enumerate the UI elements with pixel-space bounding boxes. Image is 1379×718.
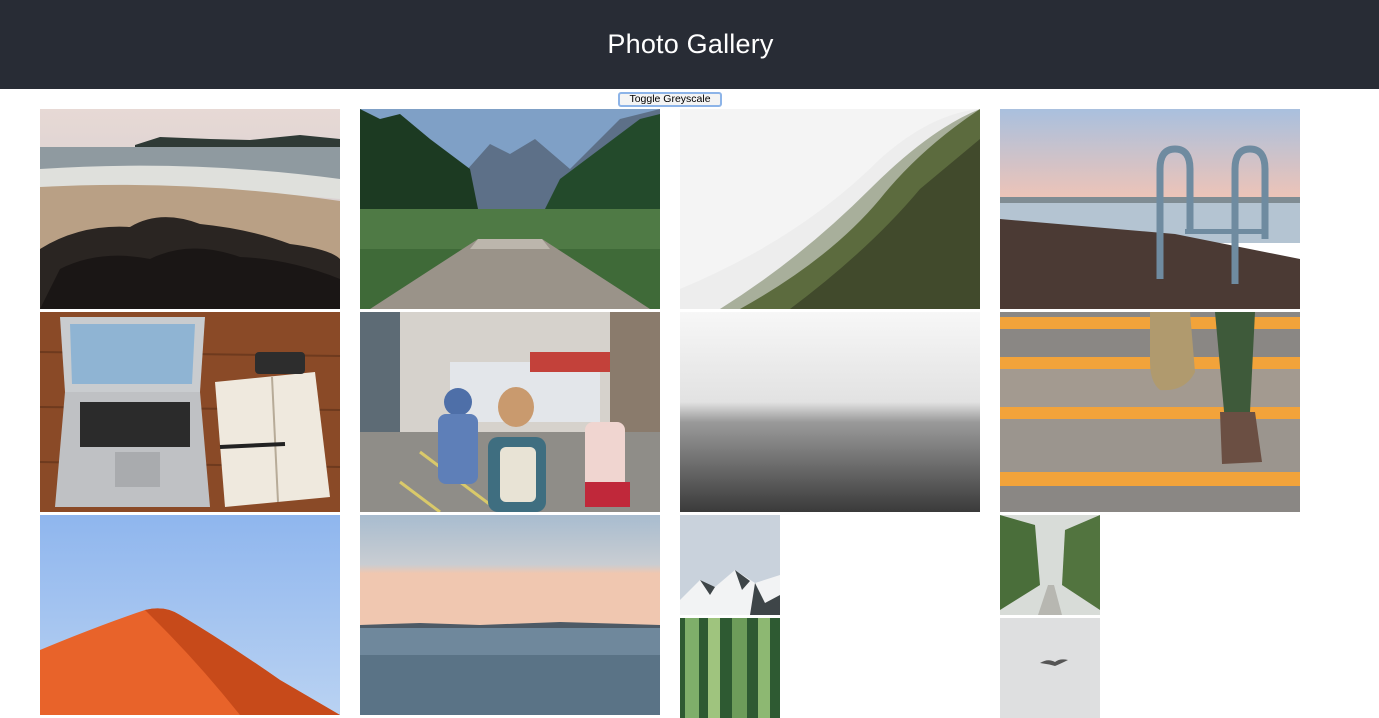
gallery-photo-grey-sea[interactable] bbox=[680, 312, 980, 512]
gallery-photo-foggy-mountain[interactable] bbox=[680, 109, 980, 309]
page-title: Photo Gallery bbox=[607, 29, 774, 59]
gallery-photo-beach[interactable] bbox=[40, 109, 340, 309]
gallery-photo-sand-dune[interactable] bbox=[40, 515, 340, 715]
gallery-photo-stairs[interactable] bbox=[1000, 312, 1300, 512]
gallery-photo-lake-pier[interactable] bbox=[360, 109, 660, 309]
gallery-photo-snowy-peaks[interactable] bbox=[680, 515, 780, 615]
gallery-photo-city-street[interactable] bbox=[360, 312, 660, 512]
gallery-photo-laptop-desk[interactable] bbox=[40, 312, 340, 512]
gallery-photo-twilight-sea[interactable] bbox=[360, 515, 660, 715]
bottom-fade-overlay bbox=[1100, 630, 1379, 680]
gallery-photo-bamboo[interactable] bbox=[680, 618, 780, 718]
app-header: Photo Gallery bbox=[0, 0, 1379, 89]
toggle-greyscale-button[interactable]: Toggle Greyscale bbox=[618, 92, 722, 107]
gallery-photo-bird-sky[interactable] bbox=[1000, 618, 1100, 718]
gallery-photo-tree-road[interactable] bbox=[1000, 515, 1100, 615]
gallery-photo-dock-ladder[interactable] bbox=[1000, 109, 1300, 309]
